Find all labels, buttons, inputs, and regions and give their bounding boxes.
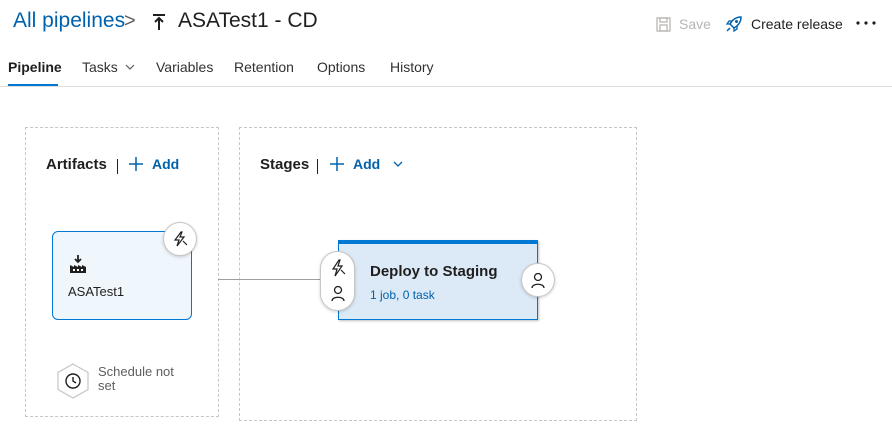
stage-name: Deploy to Staging — [370, 263, 498, 280]
tab-bar: Pipeline Tasks Variables Retention Optio… — [0, 52, 892, 87]
active-tab-indicator — [8, 84, 58, 86]
schedule-label: Schedule not set — [98, 364, 174, 393]
stages-title: Stages — [260, 156, 310, 173]
stage-card[interactable]: Deploy to Staging 1 job, 0 task — [338, 240, 538, 320]
more-icon[interactable] — [854, 11, 878, 35]
tab-retention[interactable]: Retention — [234, 59, 294, 75]
lightning-bolt-icon[interactable] — [329, 259, 347, 277]
chevron-down-icon — [125, 64, 135, 70]
chevron-down-icon — [393, 161, 403, 167]
schedule-clock-icon — [57, 363, 89, 399]
create-release-label: Create release — [751, 16, 843, 32]
save-label: Save — [679, 16, 711, 32]
tab-pipeline[interactable]: Pipeline — [8, 59, 62, 75]
artifacts-divider — [117, 159, 118, 174]
tab-variables[interactable]: Variables — [156, 59, 213, 75]
save-button[interactable]: Save — [656, 12, 711, 36]
tab-options[interactable]: Options — [317, 59, 365, 75]
artifacts-title: Artifacts — [46, 156, 107, 173]
create-release-button[interactable]: Create release — [725, 12, 843, 36]
plus-icon — [129, 157, 143, 171]
artifact-stage-connector — [218, 279, 322, 280]
breadcrumb-all-pipelines[interactable]: All pipelines — [13, 9, 125, 33]
page-title: ASATest1 - CD — [178, 9, 318, 32]
add-artifact-label: Add — [152, 156, 180, 172]
pre-deployment-conditions — [320, 251, 355, 311]
plus-icon — [330, 157, 344, 171]
tab-history[interactable]: History — [390, 59, 434, 75]
release-pipeline-icon — [153, 14, 165, 30]
stage-tasks-link[interactable]: 1 job, 0 task — [370, 288, 435, 302]
add-stage-button[interactable]: Add — [329, 156, 404, 172]
rocket-icon — [725, 16, 742, 33]
build-artifact-icon — [70, 255, 86, 273]
post-deployment-approvals-button[interactable] — [521, 263, 555, 297]
person-icon[interactable] — [329, 284, 347, 302]
page-header: All pipelines > ASATest1 - CD Save Creat… — [0, 0, 892, 46]
schedule-trigger[interactable]: Schedule not set — [56, 363, 188, 399]
stages-divider — [317, 159, 318, 174]
tab-tasks-label: Tasks — [82, 59, 118, 75]
breadcrumb-separator: > — [124, 10, 136, 32]
add-stage-label: Add — [353, 156, 381, 172]
lightning-bolt-icon — [173, 231, 188, 247]
tab-tasks[interactable]: Tasks — [82, 59, 135, 75]
add-artifact-button[interactable]: Add — [128, 156, 179, 172]
artifact-name: ASATest1 — [68, 284, 125, 299]
continuous-deployment-trigger-button[interactable] — [163, 222, 197, 256]
save-icon — [656, 16, 671, 32]
person-icon — [531, 272, 545, 289]
